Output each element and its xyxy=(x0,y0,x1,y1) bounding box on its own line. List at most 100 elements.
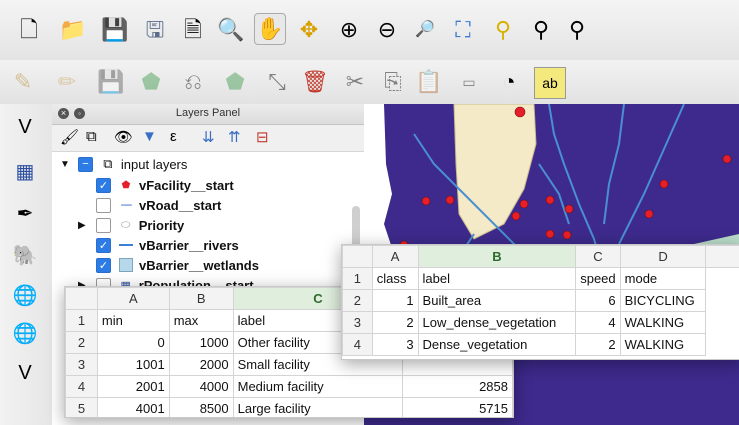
table-cell[interactable]: 5715 xyxy=(402,397,513,417)
add-vector-layer-icon[interactable]: V xyxy=(10,112,40,142)
open-layer-styling-icon[interactable]: 🖌 xyxy=(60,128,79,146)
zoom-out-icon[interactable]: ⊖ xyxy=(372,15,402,45)
save-as-icon[interactable]: 🖫 xyxy=(140,15,170,45)
cut-features-icon[interactable]: ✂ xyxy=(340,67,370,97)
toggle-editing-icon[interactable]: ✏ xyxy=(52,67,82,97)
new-project-icon[interactable]: 🗋 xyxy=(14,15,44,45)
table-cell[interactable]: 2000 xyxy=(168,353,234,376)
group-checkbox[interactable]: − xyxy=(77,156,93,172)
table-cell[interactable]: class xyxy=(371,267,419,290)
table-cell[interactable]: speed xyxy=(575,267,621,290)
row-header[interactable]: 1 xyxy=(65,309,98,332)
layer-checkbox[interactable]: ✓ xyxy=(96,177,111,193)
layer-row[interactable]: ---- vRoad__start xyxy=(96,195,221,215)
zoom-in-icon[interactable]: ⊕ xyxy=(334,15,364,45)
table-cell[interactable]: mode xyxy=(619,267,707,290)
filter-legend-icon[interactable]: ▼ xyxy=(142,128,157,145)
row-header[interactable]: 3 xyxy=(342,311,373,334)
column-header[interactable] xyxy=(705,245,739,268)
paste-features-icon[interactable]: 📋 xyxy=(414,67,444,97)
add-raster-layer-icon[interactable]: ▦ xyxy=(10,156,40,186)
pan-map-icon[interactable]: ✋ xyxy=(254,13,286,45)
row-header[interactable]: 2 xyxy=(65,331,98,354)
table-cell[interactable]: WALKING xyxy=(619,311,707,334)
table-cell[interactable]: Low_dense_vegetation xyxy=(417,311,577,334)
table-cell[interactable]: 1 xyxy=(371,289,419,312)
layout-manager-icon[interactable]: 🔍 xyxy=(216,15,246,45)
layer-row[interactable]: ✓ vBarrier__wetlands xyxy=(96,255,259,275)
zoom-to-layer-icon[interactable]: ⚲ xyxy=(526,15,556,45)
add-postgis-layer-icon[interactable]: 🐘 xyxy=(10,240,40,270)
save-layer-edits-icon[interactable]: 💾 xyxy=(96,67,126,97)
layer-row[interactable]: ✓ ⬟ vFacility__start xyxy=(96,175,234,195)
column-header[interactable]: A xyxy=(96,287,170,310)
copy-features-icon[interactable]: ⎘ xyxy=(378,67,408,97)
table-cell[interactable]: min xyxy=(96,309,170,332)
remove-layer-icon[interactable]: ⊟ xyxy=(256,128,269,146)
table-cell[interactable]: 4 xyxy=(575,311,621,334)
sheet-corner[interactable] xyxy=(65,287,98,310)
row-header[interactable]: 4 xyxy=(342,333,373,356)
column-header[interactable]: B xyxy=(168,287,234,310)
table-cell[interactable]: Built_area xyxy=(417,289,577,312)
manage-map-themes-icon[interactable]: 👁 xyxy=(114,128,133,146)
table-cell[interactable]: 4001 xyxy=(96,397,170,417)
delete-selected-icon[interactable]: 🗑 xyxy=(300,67,330,97)
table-cell[interactable]: max xyxy=(168,309,234,332)
table-cell[interactable]: 2 xyxy=(575,333,621,356)
zoom-last-icon[interactable]: ⚲ xyxy=(562,15,592,45)
zoom-full-icon[interactable]: ⛶ xyxy=(448,15,478,45)
save-project-icon[interactable]: 💾 xyxy=(100,15,130,45)
add-wfs-layer-icon[interactable]: 🌐 xyxy=(10,318,40,348)
zoom-to-selection-icon[interactable]: ⚲ xyxy=(488,15,518,45)
add-group-icon[interactable]: ⧉ xyxy=(86,128,97,145)
filter-by-expression-icon[interactable]: ε xyxy=(170,128,177,145)
add-wms-layer-icon[interactable]: 🌐 xyxy=(10,280,40,310)
sheet-corner[interactable] xyxy=(342,245,373,268)
table-cell[interactable]: 3 xyxy=(371,333,419,356)
table-cell[interactable]: Medium facility xyxy=(232,375,404,398)
column-header[interactable]: A xyxy=(371,245,419,268)
table-cell[interactable]: 1000 xyxy=(168,331,234,354)
layer-labeling-icon[interactable]: ab xyxy=(534,67,566,99)
table-cell[interactable]: label xyxy=(417,267,577,290)
table-cell[interactable]: 4000 xyxy=(168,375,234,398)
layer-row[interactable]: ▶ ⬭ Priority xyxy=(78,215,184,235)
zoom-native-icon[interactable]: 🔎 xyxy=(410,15,440,45)
table-cell[interactable]: 6 xyxy=(575,289,621,312)
row-header[interactable]: 5 xyxy=(65,397,98,417)
pan-to-selection-icon[interactable]: ✥ xyxy=(294,15,324,45)
layer-row[interactable]: ✓ vBarrier__rivers xyxy=(96,235,239,255)
layer-group-row[interactable]: ▼ − ⧉ input layers xyxy=(60,154,187,174)
layer-checkbox[interactable] xyxy=(95,217,111,233)
landcover-speed-spreadsheet[interactable]: A B C D 1 class label speed mode 2 1 Built_area 6 BIC… xyxy=(341,244,739,360)
collapse-all-icon[interactable]: ⇈ xyxy=(228,128,241,146)
chevron-right-icon[interactable]: ▶ xyxy=(78,220,86,231)
vertex-tool-icon[interactable]: ⎌ xyxy=(178,67,208,97)
label-tool-icon[interactable]: ▭ xyxy=(454,67,484,97)
open-project-icon[interactable]: 📁 xyxy=(58,15,88,45)
table-cell[interactable]: 2858 xyxy=(402,375,513,398)
table-cell[interactable]: WALKING xyxy=(619,333,707,356)
move-feature-icon[interactable]: ⬟ xyxy=(220,67,250,97)
diagram-tool-icon[interactable]: ◔ xyxy=(494,67,524,97)
layer-checkbox[interactable]: ✓ xyxy=(96,237,111,253)
add-feature-icon[interactable]: ⬟ xyxy=(136,67,166,97)
node-tool-icon[interactable]: ⤡ xyxy=(262,67,292,97)
row-header[interactable]: 2 xyxy=(342,289,373,312)
chevron-down-icon[interactable]: ▼ xyxy=(60,159,70,170)
table-cell[interactable]: Dense_vegetation xyxy=(417,333,577,356)
table-cell[interactable]: BICYCLING xyxy=(619,289,707,312)
row-header[interactable]: 3 xyxy=(65,353,98,376)
new-print-layout-icon[interactable]: 🗎 xyxy=(178,15,208,45)
add-delimited-text-icon[interactable]: ✒ xyxy=(10,198,40,228)
table-cell[interactable]: 2001 xyxy=(96,375,170,398)
table-cell[interactable]: 8500 xyxy=(168,397,234,417)
add-wcs-layer-icon[interactable]: V xyxy=(10,358,40,388)
row-header[interactable]: 1 xyxy=(342,267,373,290)
current-edits-icon[interactable]: ✎ xyxy=(8,67,38,97)
table-cell[interactable]: 0 xyxy=(96,331,170,354)
row-header[interactable]: 4 xyxy=(65,375,98,398)
column-header[interactable]: D xyxy=(619,245,707,268)
layer-checkbox[interactable]: ✓ xyxy=(96,257,111,273)
